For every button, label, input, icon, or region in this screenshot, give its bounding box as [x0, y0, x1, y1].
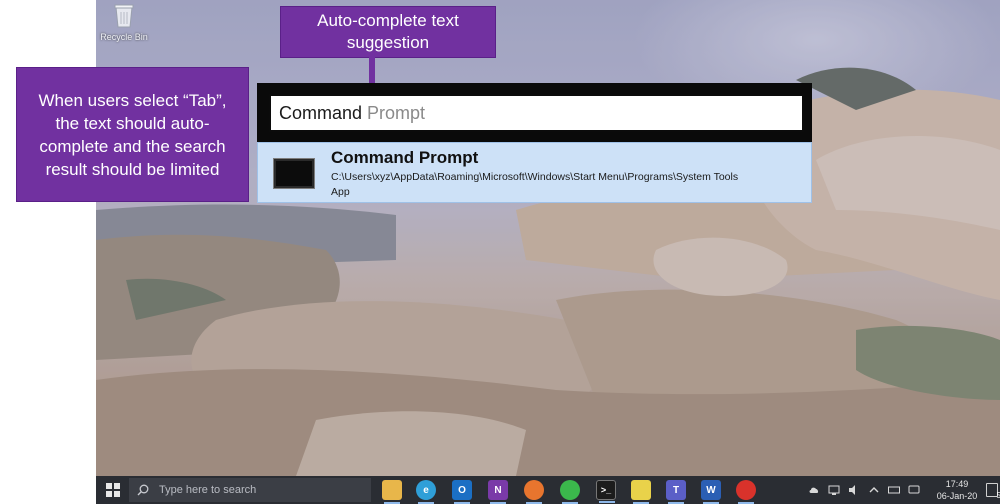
- terminal-icon[interactable]: >_: [596, 480, 616, 503]
- acrobat-icon[interactable]: [736, 480, 756, 504]
- volume-icon[interactable]: [848, 484, 860, 496]
- teams-icon[interactable]: T: [666, 480, 686, 504]
- screen: Recycle Bin Auto-complete text suggestio…: [0, 0, 1000, 504]
- taskbar-search-box[interactable]: Type here to search: [129, 478, 371, 502]
- outlook-icon[interactable]: O: [452, 480, 472, 504]
- result-path: C:\Users\xyz\AppData\Roaming\Microsoft\W…: [331, 171, 739, 183]
- edge-icon[interactable]: e: [416, 480, 436, 504]
- chat-icon[interactable]: [908, 484, 920, 496]
- callout-tab-behavior: When users select “Tab”, the text should…: [16, 67, 249, 202]
- callout-top-text: Auto-complete text suggestion: [317, 11, 459, 52]
- sticky-notes-icon[interactable]: [631, 480, 651, 504]
- notification-center-icon[interactable]: 5: [986, 483, 1000, 500]
- start-button[interactable]: [106, 483, 120, 497]
- callout-left-text: When users select “Tab”, the text should…: [38, 90, 227, 179]
- keyboard-icon[interactable]: [888, 484, 900, 496]
- command-prompt-icon: [273, 158, 315, 189]
- search-result-item[interactable]: Command Prompt C:\Users\xyz\AppData\Roam…: [257, 142, 812, 203]
- network-icon[interactable]: [828, 484, 840, 496]
- clock-time: 17:49: [945, 479, 969, 489]
- search-typed-text: Command: [279, 102, 363, 123]
- callout-autocomplete-suggestion: Auto-complete text suggestion: [280, 6, 496, 58]
- recycle-bin-label: Recycle Bin: [100, 32, 148, 42]
- cloud-icon[interactable]: [808, 484, 820, 496]
- result-type: App: [331, 186, 350, 198]
- word-icon[interactable]: W: [701, 480, 721, 504]
- file-explorer-icon[interactable]: [382, 480, 402, 504]
- spotify-icon[interactable]: [560, 480, 580, 504]
- taskbar-search-placeholder: Type here to search: [159, 484, 257, 496]
- notification-badge: 5: [996, 491, 1000, 500]
- chevron-up-icon[interactable]: [868, 484, 880, 496]
- search-suggestion-text: Prompt: [362, 102, 426, 123]
- taskbar-clock[interactable]: 17:49 06-Jan-20: [929, 478, 985, 502]
- onenote-icon[interactable]: N: [488, 480, 508, 504]
- recycle-bin-shortcut[interactable]: Recycle Bin: [100, 2, 148, 42]
- result-title: Command Prompt: [331, 148, 479, 167]
- firefox-icon[interactable]: [524, 480, 544, 504]
- search-icon: [137, 484, 149, 496]
- clock-date: 06-Jan-20: [936, 491, 978, 501]
- taskbar: Type here to search e O N >_ T W 17:49 0…: [96, 476, 1000, 504]
- recycle-bin-icon: [114, 4, 134, 28]
- search-input[interactable]: Command Prompt: [269, 94, 804, 132]
